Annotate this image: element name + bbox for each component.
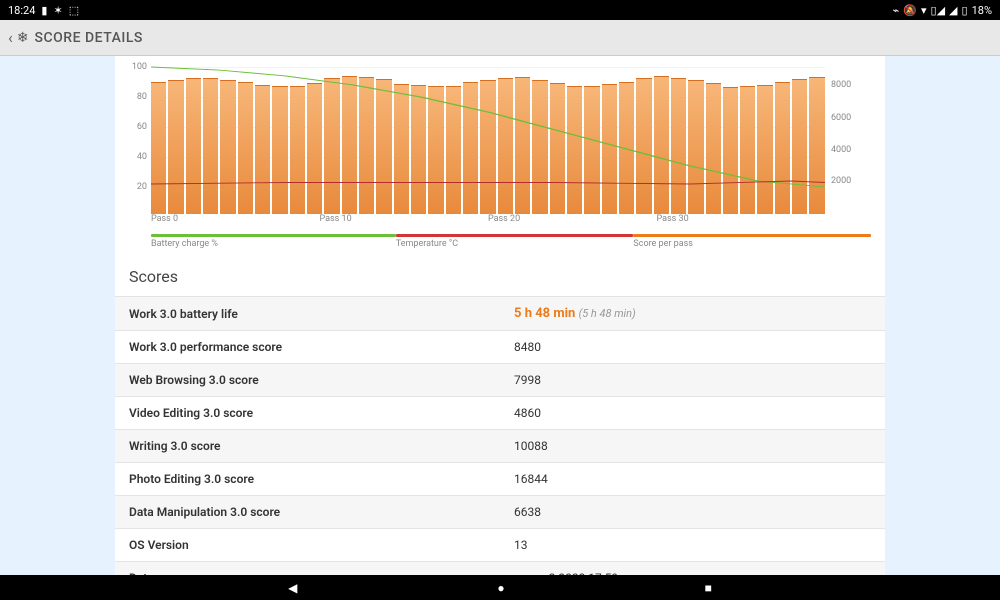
battery-percent: 18% <box>972 4 992 17</box>
score-label: Data Manipulation 3.0 score <box>115 496 500 529</box>
table-row: Data Manipulation 3.0 score6638 <box>115 496 885 529</box>
snowflake-icon: ❄ <box>17 30 29 46</box>
table-row: Dateжовт. 2 2023 17:59 <box>115 562 885 576</box>
score-label: OS Version <box>115 529 500 562</box>
table-row: Writing 3.0 score10088 <box>115 430 885 463</box>
score-value: жовт. 2 2023 17:59 <box>500 562 885 576</box>
app-bar: ‹ ❄ SCORE DETAILS <box>0 20 1000 56</box>
status-icon: ▮ <box>41 4 47 17</box>
temperature-line <box>151 181 825 184</box>
status-icon: ✶ <box>53 4 62 17</box>
y-axis-right: 8000 6000 4000 2000 <box>827 64 857 214</box>
table-row: Web Browsing 3.0 score7998 <box>115 364 885 397</box>
legend-score: Score per pass <box>633 234 871 249</box>
scores-heading: Scores <box>115 249 885 296</box>
chart-lines <box>151 64 825 214</box>
score-label: Photo Editing 3.0 score <box>115 463 500 496</box>
score-value: 5 h 48 min (5 h 48 min) <box>500 297 885 331</box>
x-axis: Pass 0 Pass 10 Pass 20 Pass 30 <box>151 214 825 228</box>
score-value: 10088 <box>500 430 885 463</box>
nav-back-icon[interactable]: ◀ <box>288 581 297 595</box>
score-label: Work 3.0 battery life <box>115 297 500 331</box>
content-card: 100 80 60 40 20 8000 6000 4000 2000 <box>115 56 885 575</box>
status-icon: ⬚ <box>69 4 79 17</box>
chart-plot <box>151 64 825 214</box>
signal-icon: ◢ <box>949 4 957 17</box>
score-value: 8480 <box>500 331 885 364</box>
battery-icon: ▯ <box>962 4 968 17</box>
nav-home-icon[interactable]: ● <box>497 581 504 595</box>
dnd-icon: 🔕 <box>903 4 917 17</box>
android-status-bar: 18:24 ▮ ✶ ⬚ ⌁ 🔕 ▾ ▯◢ ◢ ▯ 18% <box>0 0 1000 20</box>
legend-battery: Battery charge % <box>151 234 396 249</box>
table-row: OS Version13 <box>115 529 885 562</box>
page-title: SCORE DETAILS <box>35 30 143 46</box>
nav-recent-icon[interactable]: ■ <box>705 581 712 595</box>
bluetooth-icon: ⌁ <box>893 4 900 17</box>
table-row: Work 3.0 battery life5 h 48 min (5 h 48 … <box>115 297 885 331</box>
score-label: Date <box>115 562 500 576</box>
score-label: Video Editing 3.0 score <box>115 397 500 430</box>
chart-legend: Battery charge % Temperature °C Score pe… <box>151 234 871 249</box>
content-area: 100 80 60 40 20 8000 6000 4000 2000 <box>0 56 1000 575</box>
wifi-icon: ▾ <box>921 4 927 17</box>
table-row: Video Editing 3.0 score4860 <box>115 397 885 430</box>
scores-table: Work 3.0 battery life5 h 48 min (5 h 48 … <box>115 296 885 575</box>
status-time: 18:24 <box>8 4 35 17</box>
table-row: Work 3.0 performance score8480 <box>115 331 885 364</box>
y-axis-left: 100 80 60 40 20 <box>129 64 151 214</box>
battery-line <box>151 67 825 187</box>
score-value: 6638 <box>500 496 885 529</box>
score-value: 13 <box>500 529 885 562</box>
score-label: Writing 3.0 score <box>115 430 500 463</box>
score-value: 7998 <box>500 364 885 397</box>
signal-icon: ▯◢ <box>931 4 946 17</box>
score-value: 16844 <box>500 463 885 496</box>
android-nav-bar: ◀ ● ■ <box>0 575 1000 600</box>
back-icon[interactable]: ‹ <box>8 28 13 47</box>
benchmark-chart: 100 80 60 40 20 8000 6000 4000 2000 <box>115 56 885 228</box>
table-row: Photo Editing 3.0 score16844 <box>115 463 885 496</box>
score-value: 4860 <box>500 397 885 430</box>
score-label: Work 3.0 performance score <box>115 331 500 364</box>
legend-temperature: Temperature °C <box>396 234 634 249</box>
score-label: Web Browsing 3.0 score <box>115 364 500 397</box>
